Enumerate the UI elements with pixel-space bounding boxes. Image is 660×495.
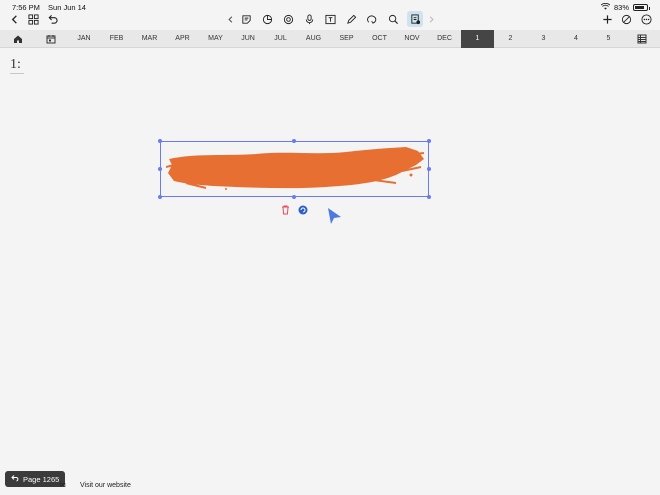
month-jun[interactable]: JUN <box>232 30 264 48</box>
page-number-underline <box>10 73 24 74</box>
return-icon <box>11 474 19 484</box>
add-icon[interactable] <box>599 11 615 27</box>
resize-handle-bottom-left[interactable] <box>158 195 162 199</box>
resize-handle-bottom-right[interactable] <box>427 195 431 199</box>
home-icon[interactable] <box>12 33 24 45</box>
month-aug[interactable]: AUG <box>297 30 330 48</box>
resize-handle-bottom[interactable] <box>292 195 296 199</box>
month-oct[interactable]: OCT <box>363 30 396 48</box>
mic-icon[interactable] <box>301 11 317 27</box>
undo-icon[interactable] <box>44 11 60 27</box>
month-jul[interactable]: JUL <box>264 30 297 48</box>
footer-partial-text: ic <box>60 482 66 489</box>
next-page-icon[interactable] <box>423 11 439 27</box>
page-badge[interactable]: Page 1265 <box>5 471 66 487</box>
page-tab-5[interactable]: 5 <box>592 30 625 48</box>
resize-handle-left[interactable] <box>158 167 162 171</box>
resize-handle-top-right[interactable] <box>427 139 431 143</box>
month-feb[interactable]: FEB <box>100 30 133 48</box>
month-nov[interactable]: NOV <box>396 30 428 48</box>
back-chevron-icon[interactable] <box>6 11 22 27</box>
sticky-note-icon[interactable] <box>238 11 254 27</box>
search-icon[interactable] <box>385 11 401 27</box>
lasso-icon[interactable] <box>280 11 296 27</box>
pen-icon[interactable] <box>343 11 359 27</box>
selection-box[interactable] <box>160 141 429 197</box>
rotate-icon[interactable] <box>298 205 308 215</box>
month-dec[interactable]: DEC <box>428 30 461 48</box>
month-sep[interactable]: SEP <box>330 30 363 48</box>
page-tab-4[interactable]: 4 <box>560 30 592 48</box>
page-tab-2[interactable]: 2 <box>494 30 527 48</box>
month-may[interactable]: MAY <box>199 30 232 48</box>
eraser-off-icon[interactable] <box>618 11 634 27</box>
resize-handle-top-left[interactable] <box>158 139 162 143</box>
battery-icon <box>633 4 650 11</box>
page-tab-3[interactable]: 3 <box>527 30 560 48</box>
calendar-icon[interactable] <box>45 33 57 45</box>
more-icon[interactable] <box>638 11 654 27</box>
shape-icon[interactable] <box>259 11 275 27</box>
text-box-icon[interactable] <box>322 11 338 27</box>
resize-handle-right[interactable] <box>427 167 431 171</box>
calendar-nav-bar: JAN FEB MAR APR MAY JUN JUL AUG SEP OCT … <box>0 30 660 48</box>
month-apr[interactable]: APR <box>166 30 199 48</box>
toolbar <box>0 11 660 27</box>
grid-icon[interactable] <box>25 11 41 27</box>
resize-handle-top[interactable] <box>292 139 296 143</box>
list-view-icon[interactable] <box>636 33 648 45</box>
page-badge-label: Page 1265 <box>23 474 60 484</box>
month-mar[interactable]: MAR <box>133 30 166 48</box>
prev-page-icon[interactable] <box>222 11 238 27</box>
month-jan[interactable]: JAN <box>68 30 100 48</box>
pointer-cursor-icon <box>328 208 341 224</box>
delete-icon[interactable] <box>280 205 290 215</box>
template-icon[interactable] <box>407 11 423 27</box>
page-number-label: 1: <box>10 57 21 72</box>
visit-website-link[interactable]: Visit our website <box>80 482 131 489</box>
lasso-selection-icon[interactable] <box>364 11 380 27</box>
page-tab-1[interactable]: 1 <box>461 30 494 48</box>
